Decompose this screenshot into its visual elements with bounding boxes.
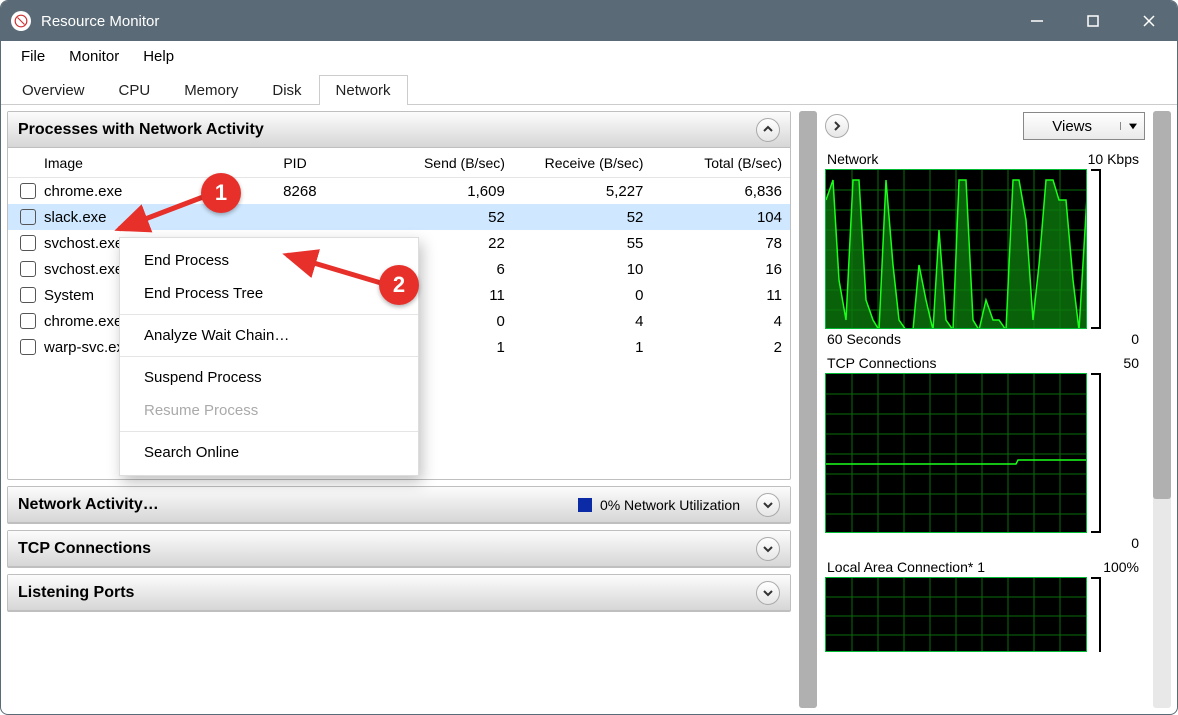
ctx-separator xyxy=(120,314,418,315)
ctx-suspend-process[interactable]: Suspend Process xyxy=(120,361,418,394)
views-label: Views xyxy=(1024,118,1120,135)
right-pane: Views Network10 Kbps xyxy=(825,111,1145,708)
menu-file[interactable]: File xyxy=(9,44,57,69)
utilization-swatch-icon xyxy=(578,498,592,512)
checkbox[interactable] xyxy=(20,183,36,199)
expand-button[interactable] xyxy=(756,537,780,561)
col-total[interactable]: Total (B/sec) xyxy=(651,155,790,171)
col-recv[interactable]: Receive (B/sec) xyxy=(513,155,652,171)
processes-header[interactable]: Processes with Network Activity xyxy=(8,112,790,148)
tab-overview[interactable]: Overview xyxy=(5,75,102,105)
network-activity-header[interactable]: Network Activity… 0% Network Utilization xyxy=(8,487,790,523)
expand-button[interactable] xyxy=(756,493,780,517)
annotation-badge-1: 1 xyxy=(201,173,241,213)
maximize-button[interactable] xyxy=(1065,1,1121,41)
ctx-separator xyxy=(120,356,418,357)
ctx-analyze-wait-chain[interactable]: Analyze Wait Chain… xyxy=(120,319,418,352)
tab-cpu[interactable]: CPU xyxy=(102,75,168,105)
tab-disk[interactable]: Disk xyxy=(255,75,318,105)
close-button[interactable] xyxy=(1121,1,1177,41)
graph-tcp: TCP Connections50 0 xyxy=(825,353,1145,553)
menu-monitor[interactable]: Monitor xyxy=(57,44,131,69)
tcp-connections-panel: TCP Connections xyxy=(7,530,791,568)
tab-network[interactable]: Network xyxy=(319,75,408,105)
checkbox[interactable] xyxy=(20,235,36,251)
views-button[interactable]: Views xyxy=(1023,112,1145,140)
ctx-search-online[interactable]: Search Online xyxy=(120,436,418,469)
network-graph-canvas xyxy=(825,169,1087,329)
tcp-graph-canvas xyxy=(825,373,1087,533)
listening-ports-panel: Listening Ports xyxy=(7,574,791,612)
right-collapse-button[interactable] xyxy=(825,114,849,138)
minimize-button[interactable] xyxy=(1009,1,1065,41)
menubar: File Monitor Help xyxy=(1,41,1177,71)
checkbox[interactable] xyxy=(20,209,36,225)
tcp-title: TCP Connections xyxy=(18,540,756,558)
network-activity-panel: Network Activity… 0% Network Utilization xyxy=(7,486,791,524)
annotation-arrow-2-icon xyxy=(279,249,389,289)
ctx-separator xyxy=(120,431,418,432)
left-scrollbar[interactable] xyxy=(799,111,817,708)
views-dropdown-icon[interactable] xyxy=(1120,122,1144,130)
checkbox[interactable] xyxy=(20,287,36,303)
menu-help[interactable]: Help xyxy=(131,44,186,69)
network-utilization: 0% Network Utilization xyxy=(578,497,740,513)
expand-button[interactable] xyxy=(756,581,780,605)
column-headers: Image PID Send (B/sec) Receive (B/sec) T… xyxy=(8,148,790,178)
resource-monitor-window: Resource Monitor File Monitor Help Overv… xyxy=(0,0,1178,715)
listening-header[interactable]: Listening Ports xyxy=(8,575,790,611)
annotation-arrow-1-icon xyxy=(111,187,211,237)
titlebar: Resource Monitor xyxy=(1,1,1177,41)
col-send[interactable]: Send (B/sec) xyxy=(374,155,513,171)
right-scrollbar[interactable] xyxy=(1153,111,1171,708)
annotation-badge-2: 2 xyxy=(379,265,419,305)
col-image[interactable]: Image xyxy=(8,155,275,171)
window-controls xyxy=(1009,1,1177,41)
content-area: Processes with Network Activity Image PI… xyxy=(1,105,1177,714)
checkbox[interactable] xyxy=(20,339,36,355)
processes-title: Processes with Network Activity xyxy=(18,121,756,139)
listening-title: Listening Ports xyxy=(18,584,756,602)
checkbox[interactable] xyxy=(20,261,36,277)
collapse-button[interactable] xyxy=(756,118,780,142)
graph-lan: Local Area Connection* 1100% xyxy=(825,557,1145,652)
tab-memory[interactable]: Memory xyxy=(167,75,255,105)
tcp-header[interactable]: TCP Connections xyxy=(8,531,790,567)
lan-graph-canvas xyxy=(825,577,1087,652)
col-pid[interactable]: PID xyxy=(275,155,374,171)
tab-strip: Overview CPU Memory Disk Network xyxy=(1,71,1177,105)
app-icon xyxy=(11,11,31,31)
network-activity-title: Network Activity… xyxy=(18,496,578,514)
graph-network: Network10 Kbps 60 Sec xyxy=(825,149,1145,349)
checkbox[interactable] xyxy=(20,313,36,329)
window-title: Resource Monitor xyxy=(41,13,1009,30)
ctx-resume-process: Resume Process xyxy=(120,394,418,427)
